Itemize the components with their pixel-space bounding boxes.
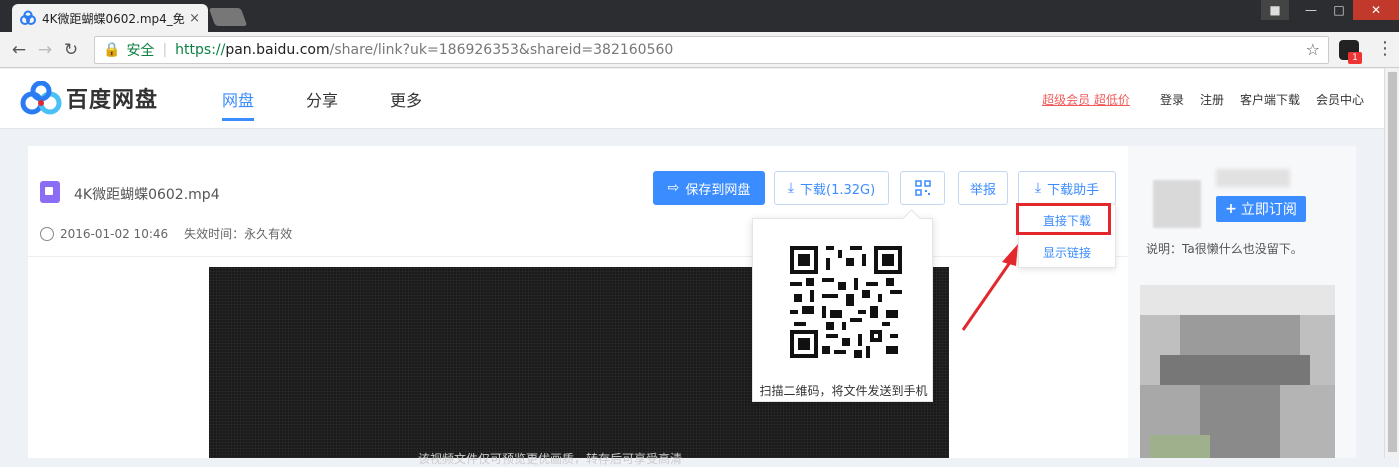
minimize-icon[interactable]: — [1297,0,1325,20]
profile-icon[interactable]: ■ [1261,0,1289,20]
plus-icon: + [1225,201,1237,217]
site-logo[interactable]: 百度网盘 [20,81,158,115]
tab-close-icon[interactable]: × [189,11,200,26]
browser-tab[interactable]: 4K微距蝴蝶0602.mp4_免 × [12,4,208,32]
video-caption: 该视频文件仅可预览更优画质，转存后可享受高清 [418,452,683,466]
url-scheme: https:// [175,42,226,58]
avatar [1153,180,1201,228]
back-icon[interactable]: ← [6,40,32,60]
vip-promo-link[interactable]: 超级会员 超低价 [1042,91,1130,108]
maximize-icon[interactable]: □ [1325,0,1353,20]
video-file-icon [40,181,60,203]
clock-icon [40,226,54,241]
save-button-label: 保存到网盘 [685,182,751,198]
subscribe-button[interactable]: + 立即订阅 [1216,196,1306,222]
qrcode-button[interactable] [900,171,945,205]
save-icon: ⇨ [667,180,680,196]
download-helper-button[interactable]: ⤓ 下载助手 [1018,171,1116,205]
register-link[interactable]: 注册 [1200,91,1224,108]
file-name: 4K微距蝴蝶0602.mp4 [74,187,220,203]
nav-share[interactable]: 分享 [306,87,338,121]
download-helper-label: 下载助手 [1047,182,1100,198]
subscribe-label: 立即订阅 [1240,202,1297,218]
qrcode-popup: 扫描二维码，将文件发送到手机 [752,218,933,402]
address-bar: ← → ↻ 🔒 安全 | https:// pan.baidu.com /sha… [0,32,1399,68]
report-button[interactable]: 举报 [958,171,1008,205]
client-download-link[interactable]: 客户端下载 [1240,91,1300,108]
header-divider [28,256,1128,257]
forward-icon[interactable]: → [32,40,58,60]
blurred-thumbnail[interactable] [1140,285,1335,458]
file-expiry: 失效时间：永久有效 [184,227,293,241]
close-window-icon[interactable]: ✕ [1353,0,1399,20]
secure-label: 安全 [126,43,155,59]
file-date: 2016-01-02 10:46 [60,226,169,241]
qrcode-icon [914,180,931,196]
member-center-link[interactable]: 会员中心 [1316,91,1364,108]
sharer-bio: 说明：Ta很懒什么也没留下。 [1146,242,1303,256]
top-nav: 网盘 分享 更多 [222,87,474,121]
omnibox-separator: | [162,42,168,58]
file-meta: 2016-01-02 10:46 失效时间：永久有效 [40,225,292,242]
qrcode-image [790,246,902,358]
header-links: 超级会员 超低价 登录 注册 客户端下载 会员中心 [1042,91,1364,108]
browser-titlebar: 4K微距蝴蝶0602.mp4_免 × ■ — □ ✕ [0,0,1399,32]
nav-more[interactable]: 更多 [390,87,422,121]
new-tab-button[interactable] [208,8,248,26]
show-link-item[interactable]: 显示链接 [1019,237,1115,269]
baidu-pan-favicon [20,10,36,25]
extension-badge: 1 [1348,52,1362,64]
logo-text: 百度网盘 [66,88,159,113]
window-controls: ■ — □ ✕ [1261,0,1399,20]
download-icon: ⤓ [787,180,795,196]
login-link[interactable]: 登录 [1160,91,1184,108]
highlight-box [1016,203,1111,235]
page-scrollbar[interactable] [1384,68,1399,458]
tab-title: 4K微距蝴蝶0602.mp4_免 [42,11,185,26]
url-path: /share/link?uk=186926353&shareid=3821605… [329,42,674,58]
download-button-label: 下载(1.32G) [800,182,876,198]
site-header: 百度网盘 网盘 分享 更多 超级会员 超低价 登录 注册 客户端下载 会员中心 [0,69,1384,129]
lock-icon: 🔒 [103,42,121,58]
scrollbar-thumb[interactable] [1388,72,1397,452]
url-input[interactable]: 🔒 安全 | https:// pan.baidu.com /share/lin… [94,36,1329,64]
qrcode-hint: 扫描二维码，将文件发送到手机 [759,384,928,398]
download-helper-icon: ⤓ [1034,180,1042,196]
nav-netdisk[interactable]: 网盘 [222,87,255,121]
reload-icon[interactable]: ↻ [58,40,84,60]
url-host: pan.baidu.com [225,42,330,58]
download-button[interactable]: ⤓ 下载(1.32G) [774,171,889,205]
save-to-netdisk-button[interactable]: ⇨ 保存到网盘 [653,171,765,205]
bookmark-star-icon[interactable]: ☆ [1306,40,1320,59]
sharer-name-blurred [1216,169,1290,187]
browser-menu-icon[interactable]: ⋮ [1376,38,1394,59]
baidu-pan-logo-icon [20,81,62,115]
